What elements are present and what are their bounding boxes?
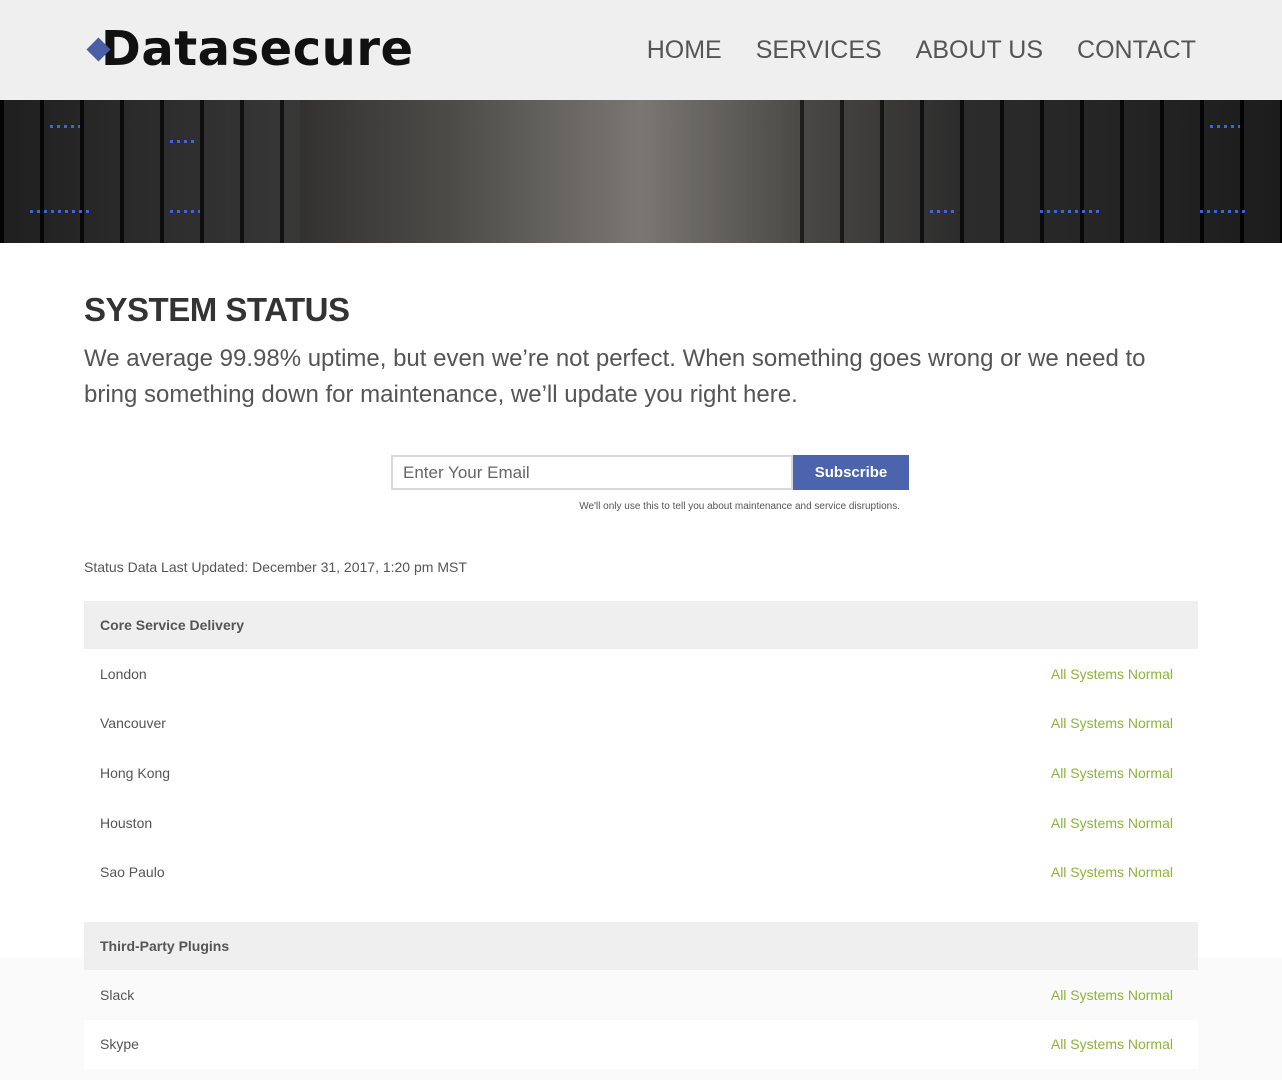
status-row: Vancouver All Systems Normal: [84, 699, 1198, 749]
email-input[interactable]: [391, 455, 793, 490]
section-title: Third-Party Plugins: [84, 922, 1198, 970]
status-row: Sao Paulo All Systems Normal: [84, 847, 1198, 897]
status-row: Slack All Systems Normal: [84, 970, 1198, 1020]
page: Datasecure HOME SERVICES ABOUT US CONTAC…: [0, 0, 1282, 1080]
status-section-core-service-delivery: Core Service Delivery London All Systems…: [84, 601, 1198, 897]
location-name: Vancouver: [100, 715, 166, 732]
subscribe-disclaimer: We'll only use this to tell you about ma…: [579, 501, 900, 512]
nav-about-us[interactable]: ABOUT US: [916, 32, 1043, 68]
intro-text: We average 99.98% uptime, but even we’re…: [84, 345, 1146, 408]
server-light: [170, 210, 200, 213]
plugin-name: Skype: [100, 1036, 139, 1053]
status-label: All Systems Normal: [1050, 864, 1173, 881]
server-light: [30, 210, 90, 213]
status-label: All Systems Normal: [1050, 715, 1173, 732]
server-light: [50, 125, 80, 128]
plugin-name: Slack: [100, 986, 135, 1003]
hero-banner-server-room: [0, 100, 1282, 243]
nav-contact[interactable]: CONTACT: [1077, 32, 1196, 68]
location-name: Hong Kong: [100, 764, 171, 781]
location-name: London: [100, 665, 147, 682]
subscribe-button[interactable]: Subscribe: [793, 455, 909, 490]
status-row: Hong Kong All Systems Normal: [84, 748, 1198, 798]
server-light: [170, 140, 195, 143]
server-light: [930, 210, 955, 213]
main-nav: HOME SERVICES ABOUT US CONTACT: [647, 32, 1196, 68]
status-row: London All Systems Normal: [84, 649, 1198, 699]
location-name: Houston: [100, 814, 153, 831]
logo-text: Datasecure: [101, 21, 414, 77]
section-title: Core Service Delivery: [84, 601, 1198, 649]
status-row: Skype All Systems Normal: [84, 1019, 1198, 1070]
nav-home[interactable]: HOME: [647, 32, 722, 68]
server-rack-left: [0, 100, 300, 243]
page-title: SYSTEM STATUS: [84, 291, 350, 328]
location-name: Sao Paulo: [100, 864, 165, 881]
status-section-third-party-plugins: Third-Party Plugins Slack All Systems No…: [84, 922, 1198, 1070]
site-logo[interactable]: Datasecure: [86, 24, 414, 74]
status-label: All Systems Normal: [1050, 1036, 1173, 1053]
server-light: [1200, 210, 1245, 213]
last-updated-text: Status Data Last Updated: December 31, 2…: [84, 559, 467, 575]
status-label: All Systems Normal: [1050, 986, 1173, 1003]
subscribe-form: Subscribe: [391, 455, 909, 490]
nav-services[interactable]: SERVICES: [756, 32, 882, 68]
status-label: All Systems Normal: [1050, 814, 1173, 831]
status-label: All Systems Normal: [1050, 665, 1173, 682]
status-row: Houston All Systems Normal: [84, 798, 1198, 848]
status-label: All Systems Normal: [1050, 764, 1173, 781]
site-header: Datasecure HOME SERVICES ABOUT US CONTAC…: [0, 0, 1282, 100]
server-rack-right: [800, 100, 1282, 243]
server-light: [1040, 210, 1100, 213]
server-light: [1210, 125, 1240, 128]
